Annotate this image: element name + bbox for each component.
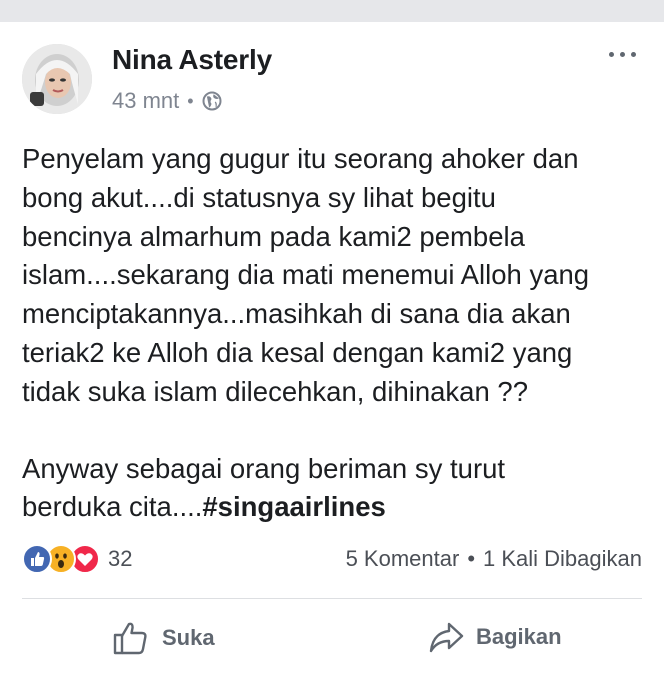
more-dot-icon: [609, 52, 614, 57]
post-text-line: menciptakannya...masihkah di sana dia ak…: [22, 298, 571, 330]
engagement-counts: 5 Komentar • 1 Kali Dibagikan: [346, 546, 642, 572]
post-text: Penyelam yang gugur itu seorang ahoker d…: [22, 140, 642, 527]
post-text-line: Anyway sebagai orang beriman sy turut: [22, 452, 506, 484]
post-time[interactable]: 43 mnt: [112, 88, 179, 114]
shares-count-link[interactable]: 1 Kali Dibagikan: [483, 546, 642, 572]
avatar[interactable]: [22, 44, 92, 114]
share-button[interactable]: Bagikan: [428, 620, 562, 654]
globe-icon: [202, 91, 222, 111]
more-dot-icon: [620, 52, 625, 57]
hashtag-link[interactable]: #singaairlines: [202, 491, 385, 522]
post-text-line: teriak2 ke Alloh dia kesal dengan kami2 …: [22, 336, 573, 368]
post-text-line: bong akut....di statusnya sy lihat begit…: [22, 181, 496, 213]
thumbs-up-icon: [112, 620, 150, 656]
like-button[interactable]: Suka: [112, 620, 215, 656]
post-text-line: tidak suka islam dilecehkan, dihinakan ?…: [22, 375, 528, 407]
top-strip: [0, 0, 664, 22]
post-text-line: Penyelam yang gugur itu seorang ahoker d…: [22, 143, 579, 174]
reaction-count: 32: [108, 546, 133, 571]
post-text-line: berduka cita....#singaairlines: [22, 488, 642, 527]
comments-count-link[interactable]: 5 Komentar: [346, 546, 460, 572]
share-arrow-icon: [428, 620, 464, 654]
post-text-line: islam....sekarang dia mati menemui Alloh…: [22, 259, 590, 291]
more-dot-icon: [631, 52, 636, 57]
actions-divider: [22, 598, 642, 599]
more-options-button[interactable]: [609, 52, 636, 57]
like-label: Suka: [162, 625, 215, 650]
post-text-line: bencinya almarhum pada kami2 pembela: [22, 220, 525, 252]
post-card: Nina Asterly 43 mnt • Penyelam yang gugu…: [0, 22, 664, 680]
share-label: Bagikan: [476, 624, 562, 649]
like-icon: [22, 544, 52, 574]
meta-separator: •: [187, 90, 194, 111]
author-name[interactable]: Nina Asterly: [112, 44, 272, 76]
post-text-segment: berduka cita....: [22, 491, 203, 523]
counts-separator: •: [467, 546, 476, 571]
reactions-summary[interactable]: 32: [22, 544, 132, 574]
post-meta: 43 mnt •: [112, 88, 222, 114]
